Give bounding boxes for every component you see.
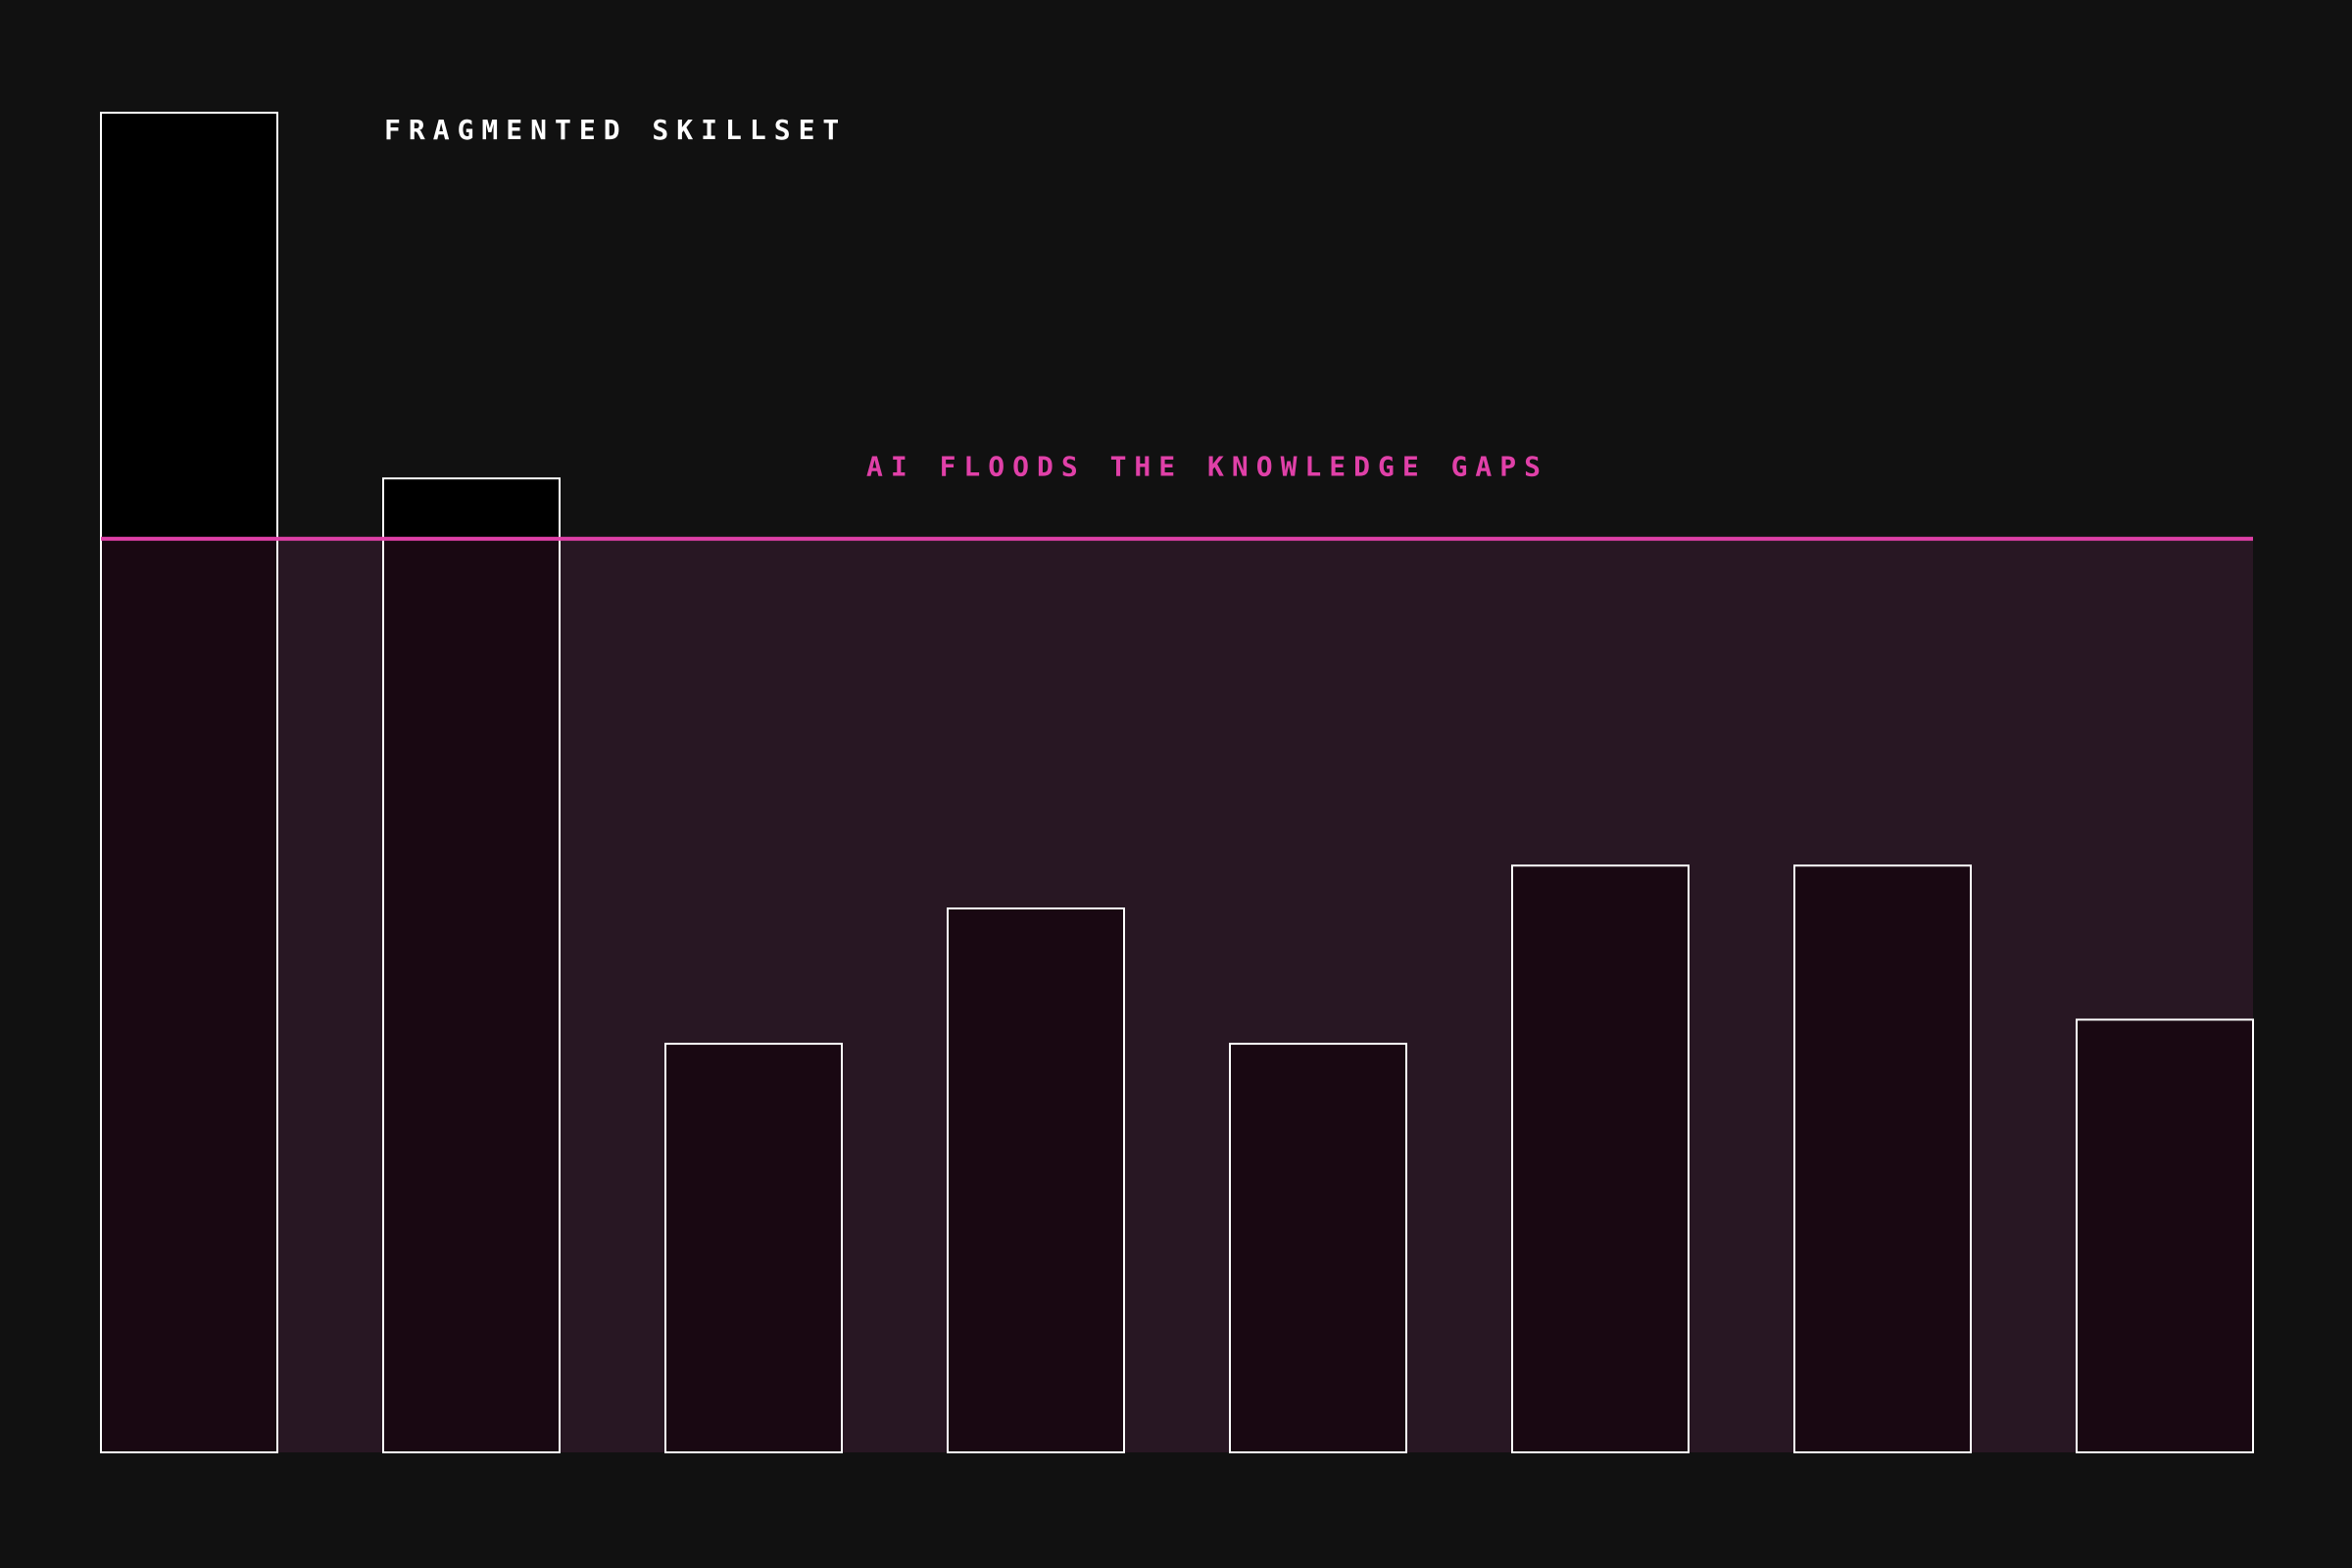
bar-3-in-flood xyxy=(665,1044,842,1452)
bar-8-in-flood xyxy=(2077,1019,2253,1452)
bar-chart-svg: FRAGMENTED SKILLSET AI FLOODS THE KNOWLE… xyxy=(100,112,2254,1454)
bar-5-in-flood xyxy=(1230,1044,1406,1452)
bar-2-above-flood xyxy=(383,478,560,539)
bar-8 xyxy=(2076,1018,2254,1453)
flood-annotation: AI FLOODS THE KNOWLEDGE GAPS xyxy=(866,451,1548,483)
bar-6 xyxy=(1511,864,1690,1453)
bar-4-in-flood xyxy=(948,907,1124,1452)
bar-1-in-flood xyxy=(101,538,277,1452)
bar-5 xyxy=(1229,1043,1407,1453)
bar-6-in-flood xyxy=(1512,865,1689,1452)
chart-title: FRAGMENTED SKILLSET xyxy=(384,114,847,146)
bar-1-above-flood xyxy=(101,113,277,539)
bar-7-in-flood xyxy=(1794,865,1971,1452)
bar-2 xyxy=(382,477,561,1454)
bar-2-in-flood xyxy=(383,538,560,1452)
bar-4 xyxy=(947,906,1125,1453)
bar-1 xyxy=(100,112,278,1453)
bar-7 xyxy=(1793,864,1972,1453)
chart: FRAGMENTED SKILLSET AI FLOODS THE KNOWLE… xyxy=(0,0,2352,1568)
bar-3 xyxy=(664,1043,843,1453)
